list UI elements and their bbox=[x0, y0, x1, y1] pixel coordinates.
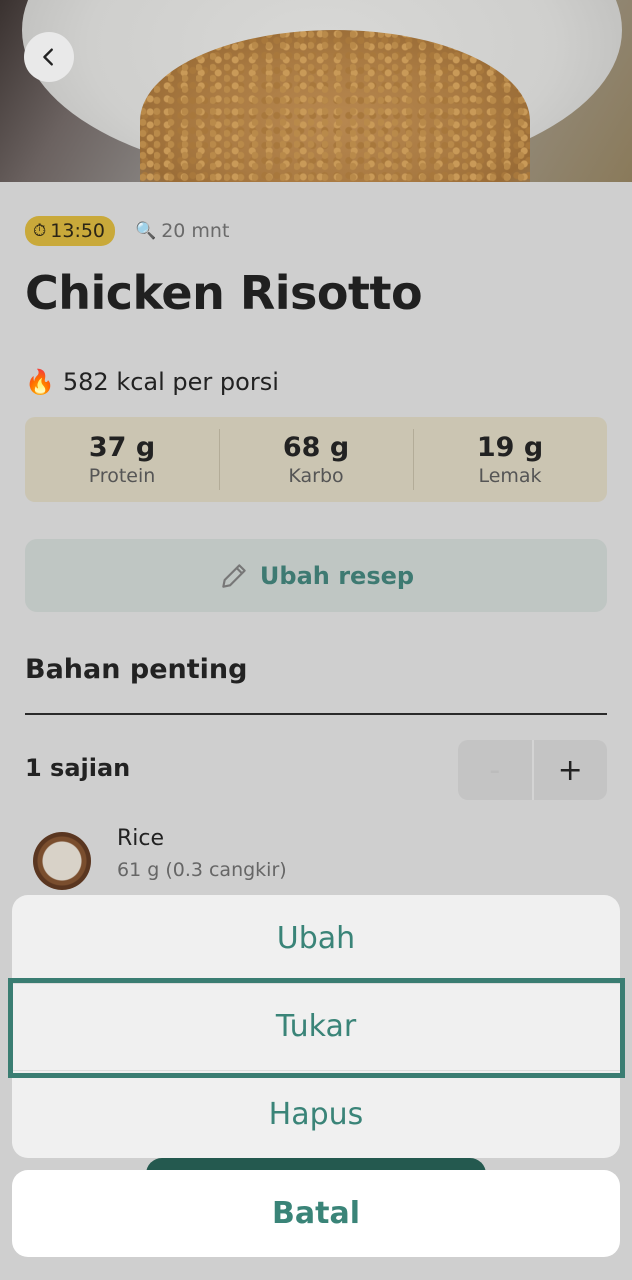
macro-fat: 19 g Lemak bbox=[413, 417, 607, 502]
macro-protein: 37 g Protein bbox=[25, 417, 219, 502]
duration: 🔍 20 mnt bbox=[135, 220, 229, 242]
magnifier-icon: 🔍 bbox=[135, 221, 157, 241]
calories-text: 582 kcal per porsi bbox=[62, 368, 279, 396]
increase-servings-button[interactable]: + bbox=[534, 740, 608, 800]
rice-bowl-image bbox=[33, 832, 91, 890]
time-badge: ⏱ 13:50 bbox=[25, 216, 116, 246]
macro-value: 37 g bbox=[88, 432, 156, 463]
recipe-hero-image bbox=[0, 0, 632, 182]
fire-icon: 🔥 bbox=[25, 368, 55, 396]
ingredients-section-title: Bahan penting bbox=[25, 654, 248, 685]
servings-label: 1 sajian bbox=[25, 754, 131, 782]
macro-carbs: 68 g Karbo bbox=[219, 417, 413, 502]
section-divider bbox=[25, 713, 607, 715]
servings-stepper: - + bbox=[458, 740, 607, 800]
macro-label: Protein bbox=[88, 465, 156, 487]
chevron-left-icon bbox=[43, 48, 53, 66]
calories: 🔥 582 kcal per porsi bbox=[25, 368, 279, 396]
action-delete[interactable]: Hapus bbox=[12, 1070, 620, 1158]
recipe-meta: ⏱ 13:50 🔍 20 mnt bbox=[25, 216, 229, 246]
selection-highlight bbox=[8, 978, 625, 1078]
macro-label: Lemak bbox=[478, 465, 542, 487]
time-value: 13:50 bbox=[50, 220, 106, 242]
ingredient-name: Rice bbox=[117, 826, 165, 851]
macro-label: Karbo bbox=[288, 465, 344, 487]
recipe-title: Chicken Risotto bbox=[25, 266, 423, 320]
duration-value: 20 mnt bbox=[161, 220, 230, 242]
edit-recipe-label: Ubah resep bbox=[259, 561, 415, 590]
macro-value: 68 g bbox=[282, 432, 350, 463]
stopwatch-icon: ⏱ bbox=[33, 221, 47, 241]
cancel-button[interactable]: Batal bbox=[12, 1170, 620, 1257]
decrease-servings-button[interactable]: - bbox=[458, 740, 534, 800]
macros-panel: 37 g Protein 68 g Karbo 19 g Lemak bbox=[25, 417, 607, 502]
back-button[interactable] bbox=[24, 32, 74, 82]
edit-recipe-button[interactable]: Ubah resep bbox=[25, 539, 607, 612]
pencil-icon bbox=[222, 563, 246, 588]
ingredient-row[interactable]: Rice 61 g (0.3 cangkir) bbox=[33, 826, 287, 890]
macro-value: 19 g bbox=[476, 432, 544, 463]
ingredient-text: Rice 61 g (0.3 cangkir) bbox=[117, 826, 287, 881]
action-edit[interactable]: Ubah bbox=[12, 895, 620, 983]
ingredient-quantity: 61 g (0.3 cangkir) bbox=[117, 859, 287, 881]
